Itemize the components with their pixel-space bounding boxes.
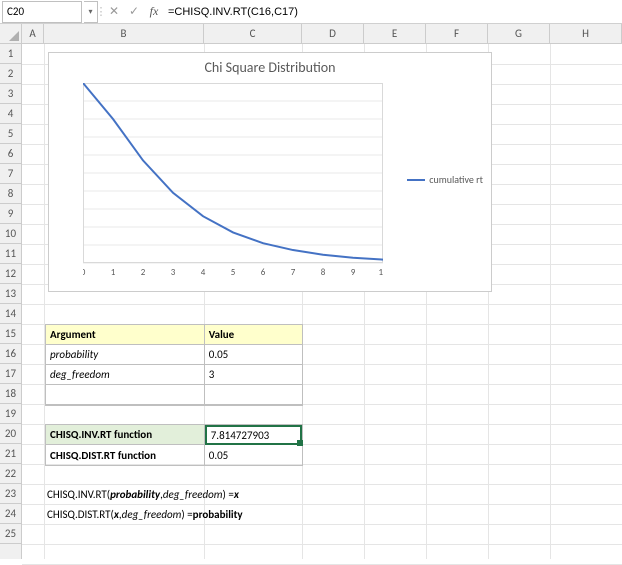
formula-input[interactable] xyxy=(164,1,622,23)
svg-text:2: 2 xyxy=(141,267,146,278)
col-header-D[interactable]: D xyxy=(302,24,364,43)
note-line-2[interactable]: CHISQ.DIST.RT( x , deg_freedom ) = proba… xyxy=(45,504,245,524)
svg-text:9: 9 xyxy=(351,267,356,278)
row-header-6[interactable]: 6 xyxy=(0,144,21,164)
col-header-C[interactable]: C xyxy=(204,24,302,43)
argument-table: Argument Value probability 0.05 deg_free… xyxy=(45,324,303,406)
svg-text:3: 3 xyxy=(171,267,176,278)
row-header-2[interactable]: 2 xyxy=(0,64,21,84)
row-headers: 1234567891011121314151617181920212223242… xyxy=(0,44,22,559)
fx-icon: fx xyxy=(150,4,159,19)
empty-cell[interactable] xyxy=(46,385,205,405)
row-header-25[interactable]: 25 xyxy=(0,524,21,544)
col-header-G[interactable]: G xyxy=(488,24,550,43)
function-results: CHISQ.INV.RT function 7.814727903 CHISQ.… xyxy=(45,424,303,466)
fill-handle[interactable] xyxy=(297,440,303,446)
arg-name[interactable]: deg_freedom xyxy=(46,365,205,385)
table-row: probability 0.05 xyxy=(46,345,302,365)
svg-text:8: 8 xyxy=(321,267,326,278)
chart-plot: 012345678910 00.10.20.30.40.50.60.70.80.… xyxy=(83,83,383,283)
row-header-17[interactable]: 17 xyxy=(0,364,21,384)
note-line-1[interactable]: CHISQ.INV.RT( probability , deg_freedom … xyxy=(45,484,241,504)
chart-legend: cumulative rt xyxy=(407,173,483,186)
svg-text:4: 4 xyxy=(201,267,206,278)
select-all-corner[interactable] xyxy=(0,24,22,44)
svg-text:5: 5 xyxy=(231,267,236,278)
row-header-13[interactable]: 13 xyxy=(0,284,21,304)
svg-text:10: 10 xyxy=(378,267,383,278)
legend-label: cumulative rt xyxy=(429,173,483,186)
enter-button[interactable]: ✓ xyxy=(124,1,144,23)
name-box[interactable]: C20 xyxy=(2,1,82,23)
row-header-22[interactable]: 22 xyxy=(0,464,21,484)
row-header-19[interactable]: 19 xyxy=(0,404,21,424)
col-header-E[interactable]: E xyxy=(364,24,426,43)
row-header-18[interactable]: 18 xyxy=(0,384,21,404)
svg-text:0: 0 xyxy=(83,267,86,278)
table-header-argument: Argument xyxy=(46,325,205,345)
row-header-23[interactable]: 23 xyxy=(0,484,21,504)
row-header-3[interactable]: 3 xyxy=(0,84,21,104)
row-header-7[interactable]: 7 xyxy=(0,164,21,184)
row-header-10[interactable]: 10 xyxy=(0,224,21,244)
func-label[interactable]: CHISQ.INV.RT function xyxy=(46,425,205,445)
row-header-21[interactable]: 21 xyxy=(0,444,21,464)
row-header-20[interactable]: 20 xyxy=(0,424,21,444)
legend-swatch xyxy=(407,179,425,181)
row-header-24[interactable]: 24 xyxy=(0,504,21,524)
table-header-value: Value xyxy=(205,325,302,345)
column-headers: ABCDEFGH xyxy=(22,24,622,44)
name-box-text: C20 xyxy=(7,5,24,18)
check-icon: ✓ xyxy=(129,4,139,19)
col-header-H[interactable]: H xyxy=(550,24,622,43)
svg-text:1: 1 xyxy=(111,267,116,278)
formula-bar: C20 ▾ ⋮ ✕ ✓ fx xyxy=(0,0,622,24)
row-header-4[interactable]: 4 xyxy=(0,104,21,124)
row-header-8[interactable]: 8 xyxy=(0,184,21,204)
active-cell[interactable]: 7.814727903 xyxy=(205,425,302,445)
x-icon: ✕ xyxy=(109,4,119,19)
arg-value[interactable]: 3 xyxy=(205,365,302,385)
func-value: 7.814727903 xyxy=(211,429,270,442)
cancel-button[interactable]: ✕ xyxy=(104,1,124,23)
arg-name[interactable]: probability xyxy=(46,345,205,365)
col-header-F[interactable]: F xyxy=(426,24,488,43)
row-header-15[interactable]: 15 xyxy=(0,324,21,344)
row-header-11[interactable]: 11 xyxy=(0,244,21,264)
arg-value[interactable]: 0.05 xyxy=(205,345,302,365)
row-header-5[interactable]: 5 xyxy=(0,124,21,144)
svg-text:6: 6 xyxy=(261,267,266,278)
func-value[interactable]: 0.05 xyxy=(205,445,302,465)
insert-function-button[interactable]: fx xyxy=(144,1,164,23)
row-header-1[interactable]: 1 xyxy=(0,44,21,64)
empty-cell[interactable] xyxy=(205,385,302,405)
table-row: deg_freedom 3 xyxy=(46,365,302,385)
row-header-9[interactable]: 9 xyxy=(0,204,21,224)
row-header-12[interactable]: 12 xyxy=(0,264,21,284)
table-row xyxy=(46,385,302,405)
chevron-down-icon: ▾ xyxy=(88,7,92,17)
svg-text:7: 7 xyxy=(291,267,296,278)
row-header-14[interactable]: 14 xyxy=(0,304,21,324)
col-header-B[interactable]: B xyxy=(44,24,204,43)
func-label[interactable]: CHISQ.DIST.RT function xyxy=(46,445,205,465)
row-header-16[interactable]: 16 xyxy=(0,344,21,364)
cells-area[interactable]: Chi Square Distribution 012345678910 00.… xyxy=(22,44,622,559)
chart-title: Chi Square Distribution xyxy=(49,53,491,78)
chart[interactable]: Chi Square Distribution 012345678910 00.… xyxy=(48,52,492,292)
col-header-A[interactable]: A xyxy=(22,24,44,43)
